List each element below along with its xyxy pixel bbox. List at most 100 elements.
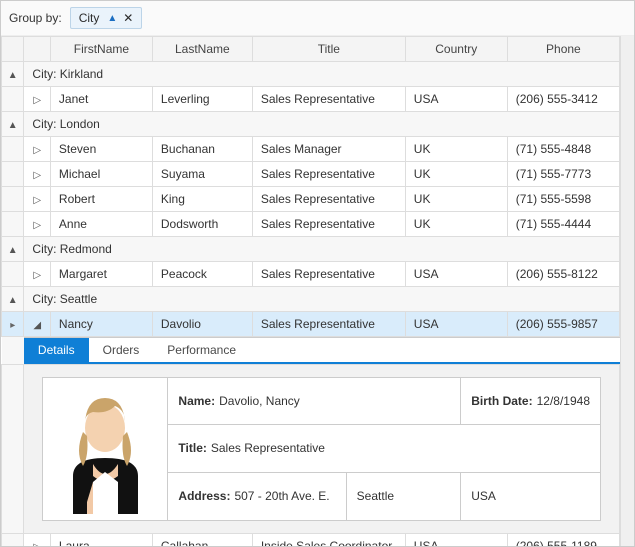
group-row-seattle[interactable]: ▲ City: Seattle xyxy=(2,287,620,312)
group-header-label: City: Seattle xyxy=(24,287,620,312)
collapse-icon[interactable]: ▲ xyxy=(8,295,18,306)
cell-title: Sales Representative xyxy=(252,87,405,112)
expand-icon[interactable]: ▷ xyxy=(33,195,41,206)
employee-photo xyxy=(43,378,168,520)
group-chip-label: City xyxy=(79,11,100,25)
tab-performance[interactable]: Performance xyxy=(153,338,250,362)
close-icon[interactable]: ✕ xyxy=(123,11,133,25)
cell-phone: (206) 555-1189 xyxy=(507,534,619,547)
vertical-scrollbar[interactable] xyxy=(620,36,634,546)
cell-firstname: Nancy xyxy=(50,312,152,337)
col-header-lastname[interactable]: LastName xyxy=(152,37,252,62)
cell-title: Sales Manager xyxy=(252,137,405,162)
group-header-label: City: Kirkland xyxy=(24,62,620,87)
group-by-label: Group by: xyxy=(9,11,62,25)
table-row[interactable]: ▷ Laura Callahan Inside Sales Coordinato… xyxy=(2,534,620,547)
group-header-label: City: London xyxy=(24,112,620,137)
group-chip-city[interactable]: City ▲ ✕ xyxy=(70,7,143,29)
detail-panel-row: Name: Davolio, Nancy Birth Date: 12/8/19… xyxy=(2,365,620,534)
cell-lastname: Davolio xyxy=(152,312,252,337)
cell-firstname: Steven xyxy=(50,137,152,162)
value-name: Davolio, Nancy xyxy=(219,394,300,408)
expand-icon[interactable]: ▷ xyxy=(33,145,41,156)
app-root: Group by: City ▲ ✕ FirstName LastName xyxy=(0,0,635,547)
cell-firstname: Margaret xyxy=(50,262,152,287)
cell-title: Sales Representative xyxy=(252,212,405,237)
col-header-title[interactable]: Title xyxy=(252,37,405,62)
value-country: USA xyxy=(471,489,496,503)
cell-firstname: Robert xyxy=(50,187,152,212)
cell-lastname: Peacock xyxy=(152,262,252,287)
value-birthdate: 12/8/1948 xyxy=(537,394,590,408)
tab-orders[interactable]: Orders xyxy=(89,338,154,362)
cell-phone: (71) 555-4848 xyxy=(507,137,619,162)
expander-header xyxy=(24,37,51,62)
label-birthdate: Birth Date: xyxy=(471,394,532,408)
label-name: Name: xyxy=(178,394,215,408)
cell-title: Sales Representative xyxy=(252,312,405,337)
col-header-firstname[interactable]: FirstName xyxy=(50,37,152,62)
table-row[interactable]: ▷ Margaret Peacock Sales Representative … xyxy=(2,262,620,287)
collapse-icon[interactable]: ◢ xyxy=(33,320,41,331)
table-row-selected[interactable]: ▸ ◢ Nancy Davolio Sales Representative U… xyxy=(2,312,620,337)
cell-country: UK xyxy=(405,187,507,212)
group-by-panel: Group by: City ▲ ✕ xyxy=(1,1,634,36)
cell-firstname: Michael xyxy=(50,162,152,187)
cell-country: USA xyxy=(405,87,507,112)
value-address: 507 - 20th Ave. E. xyxy=(234,489,329,503)
collapse-icon[interactable]: ▲ xyxy=(8,120,18,131)
label-address: Address: xyxy=(178,489,230,503)
collapse-icon[interactable]: ▲ xyxy=(8,245,18,256)
cell-country: UK xyxy=(405,212,507,237)
cell-lastname: Dodsworth xyxy=(152,212,252,237)
expand-icon[interactable]: ▷ xyxy=(33,95,41,106)
sort-asc-icon: ▲ xyxy=(107,13,117,24)
group-row-kirkland[interactable]: ▲ City: Kirkland xyxy=(2,62,620,87)
detail-tabs: Details Orders Performance xyxy=(24,337,620,364)
group-row-london[interactable]: ▲ City: London xyxy=(2,112,620,137)
cell-country: USA xyxy=(405,262,507,287)
person-icon xyxy=(53,384,158,514)
cell-title: Sales Representative xyxy=(252,162,405,187)
cell-lastname: Leverling xyxy=(152,87,252,112)
expand-icon[interactable]: ▷ xyxy=(33,170,41,181)
cell-title: Sales Representative xyxy=(252,262,405,287)
table-row[interactable]: ▷ Michael Suyama Sales Representative UK… xyxy=(2,162,620,187)
label-title: Title: xyxy=(178,441,206,455)
table-row[interactable]: ▷ Anne Dodsworth Sales Representative UK… xyxy=(2,212,620,237)
cell-country: UK xyxy=(405,162,507,187)
expand-icon[interactable]: ▷ xyxy=(33,542,41,546)
current-row-marker-icon: ▸ xyxy=(10,320,15,331)
cell-firstname: Janet xyxy=(50,87,152,112)
cell-phone: (206) 555-9857 xyxy=(507,312,619,337)
cell-lastname: Suyama xyxy=(152,162,252,187)
col-header-country[interactable]: Country xyxy=(405,37,507,62)
col-header-phone[interactable]: Phone xyxy=(507,37,619,62)
cell-phone: (206) 555-8122 xyxy=(507,262,619,287)
data-grid[interactable]: FirstName LastName Title Country Phone ▲… xyxy=(1,36,620,546)
group-header-label: City: Redmond xyxy=(24,237,620,262)
cell-firstname: Laura xyxy=(50,534,152,547)
table-row[interactable]: ▷ Janet Leverling Sales Representative U… xyxy=(2,87,620,112)
cell-phone: (71) 555-7773 xyxy=(507,162,619,187)
table-row[interactable]: ▷ Steven Buchanan Sales Manager UK (71) … xyxy=(2,137,620,162)
group-row-redmond[interactable]: ▲ City: Redmond xyxy=(2,237,620,262)
table-row[interactable]: ▷ Robert King Sales Representative UK (7… xyxy=(2,187,620,212)
detail-tabs-row: Details Orders Performance xyxy=(2,337,620,365)
cell-title: Inside Sales Coordinator xyxy=(252,534,405,547)
expand-icon[interactable]: ▷ xyxy=(33,220,41,231)
value-city: Seattle xyxy=(357,489,394,503)
indent-header xyxy=(2,37,24,62)
tab-details[interactable]: Details xyxy=(24,338,89,362)
value-title: Sales Representative xyxy=(211,441,325,455)
cell-phone: (71) 555-4444 xyxy=(507,212,619,237)
cell-country: UK xyxy=(405,137,507,162)
collapse-icon[interactable]: ▲ xyxy=(8,70,18,81)
cell-phone: (206) 555-3412 xyxy=(507,87,619,112)
cell-lastname: Buchanan xyxy=(152,137,252,162)
cell-lastname: Callahan xyxy=(152,534,252,547)
cell-firstname: Anne xyxy=(50,212,152,237)
cell-phone: (71) 555-5598 xyxy=(507,187,619,212)
expand-icon[interactable]: ▷ xyxy=(33,270,41,281)
cell-lastname: King xyxy=(152,187,252,212)
